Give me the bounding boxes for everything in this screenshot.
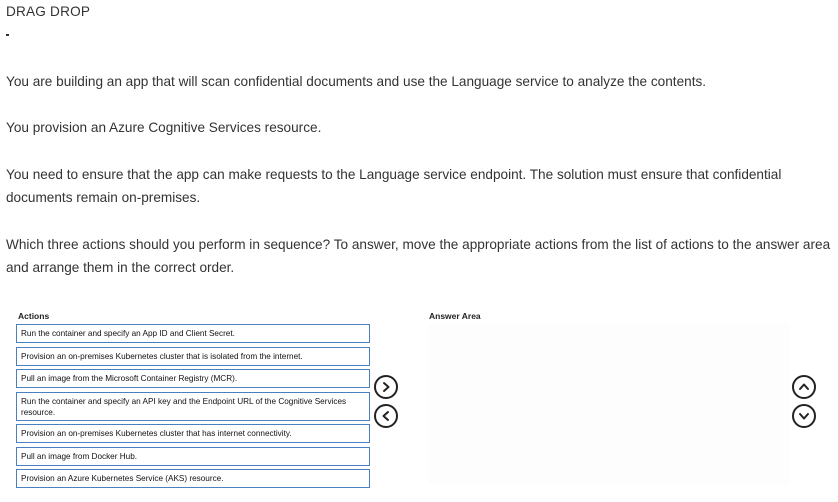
action-item[interactable]: Run the container and specify an API key… [16, 391, 370, 421]
action-item[interactable]: Pull an image from the Microsoft Contain… [16, 369, 370, 388]
question-title: DRAG DROP [6, 4, 91, 19]
actions-label: Actions [18, 311, 50, 321]
action-item[interactable]: Provision an on-premises Kubernetes clus… [16, 424, 370, 443]
chevron-down-icon [799, 413, 809, 420]
chevron-left-icon [382, 411, 389, 421]
move-down-button[interactable] [792, 404, 816, 428]
question-paragraph-2: You provision an Azure Cognitive Service… [6, 120, 322, 135]
answer-area-dropzone[interactable] [428, 324, 790, 484]
move-left-button[interactable] [374, 404, 398, 428]
move-up-button[interactable] [792, 375, 816, 399]
question-paragraph-3: You need to ensure that the app can make… [6, 167, 782, 205]
move-right-button[interactable] [374, 375, 398, 399]
action-item[interactable]: Provision an Azure Kubernetes Service (A… [16, 469, 370, 488]
separator-dash [6, 34, 9, 36]
question-paragraph-4: Which three actions should you perform i… [6, 237, 831, 275]
action-item[interactable]: Pull an image from Docker Hub. [16, 446, 370, 466]
chevron-up-icon [799, 383, 809, 390]
action-item[interactable]: Provision an on-premises Kubernetes clus… [16, 346, 370, 366]
answer-area-label: Answer Area [429, 311, 481, 321]
question-paragraph-1: You are building an app that will scan c… [6, 74, 707, 89]
chevron-right-icon [383, 382, 390, 392]
actions-list: Run the container and specify an App ID … [16, 324, 370, 492]
action-item[interactable]: Run the container and specify an App ID … [16, 324, 370, 343]
